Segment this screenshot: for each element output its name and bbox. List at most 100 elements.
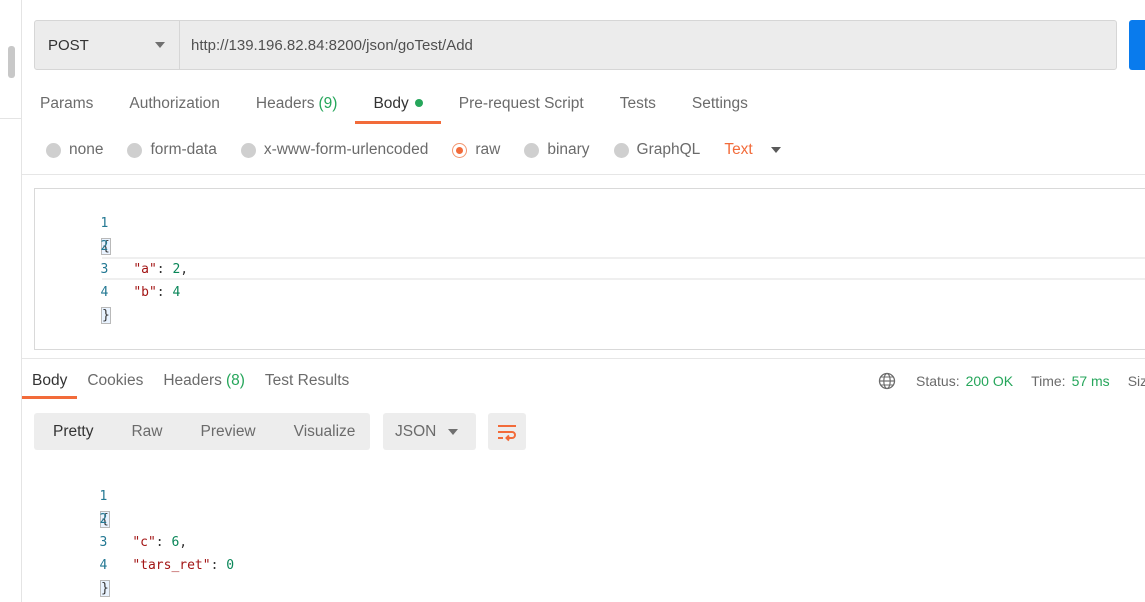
line-number: 4	[99, 558, 108, 573]
globe-icon[interactable]	[878, 372, 896, 390]
response-view-modes: Pretty Raw Preview Visualize	[34, 413, 370, 450]
radio-form-data[interactable]: form-data	[127, 141, 217, 159]
headers-count: (8)	[225, 372, 245, 389]
format-label: JSON	[395, 422, 437, 440]
radio-graphql[interactable]: GraphQL	[613, 141, 701, 159]
radio-label: GraphQL	[636, 141, 701, 158]
view-label: Pretty	[53, 422, 94, 440]
tab-label: Headers	[255, 95, 315, 112]
sidebar-scrollbar-thumb[interactable]	[8, 46, 15, 78]
body-type-selector: none form-data x-www-form-urlencoded raw…	[46, 138, 781, 162]
view-label: Raw	[131, 422, 163, 440]
json-value: 0	[226, 558, 235, 573]
radio-icon	[613, 142, 629, 158]
view-raw-button[interactable]: Raw	[112, 413, 181, 450]
method-label: POST	[48, 36, 89, 54]
status-value[interactable]: 200 OK	[966, 373, 1013, 389]
tab-label: Body	[32, 372, 68, 389]
resp-tab-body[interactable]: Body	[22, 364, 78, 399]
response-status: Status: 200 OK Time: 57 ms Size	[878, 370, 1145, 392]
chevron-down-icon	[155, 42, 165, 48]
chevron-down-icon	[448, 428, 458, 435]
method-select[interactable]: POST	[35, 21, 180, 69]
tab-body[interactable]: Body	[355, 86, 442, 124]
response-divider	[22, 358, 1145, 359]
radio-checked-icon	[452, 142, 468, 158]
raw-type-label: Text	[724, 141, 753, 158]
tab-label: Settings	[691, 95, 748, 112]
left-sidebar-strip	[0, 0, 22, 602]
tab-params[interactable]: Params	[22, 86, 111, 122]
size-label: Size	[1127, 373, 1145, 389]
code-line: 1 {	[34, 462, 1145, 528]
view-preview-button[interactable]: Preview	[182, 413, 275, 450]
view-label: Preview	[200, 422, 256, 440]
tab-label: Cookies	[87, 372, 144, 389]
send-button[interactable]	[1129, 20, 1145, 70]
radio-label: none	[69, 141, 104, 158]
view-pretty-button[interactable]: Pretty	[34, 413, 112, 450]
tab-label: Pre-request Script	[458, 95, 584, 112]
tab-label: Headers	[163, 372, 222, 389]
line-number: 4	[100, 285, 109, 300]
radio-icon	[127, 142, 143, 158]
request-url-bar: POST http://139.196.82.84:8200/json/goTe…	[34, 20, 1117, 70]
radio-label: raw	[475, 141, 501, 158]
url-text: http://139.196.82.84:8200/json/goTest/Ad…	[191, 36, 473, 54]
tab-tests[interactable]: Tests	[602, 86, 674, 122]
tab-headers[interactable]: Headers (9)	[238, 86, 356, 122]
radio-label: binary	[547, 141, 590, 158]
raw-type-select[interactable]: Text	[724, 141, 781, 159]
tab-pre-request-script[interactable]: Pre-request Script	[441, 86, 602, 122]
resp-tab-headers[interactable]: Headers (8)	[153, 364, 255, 397]
resp-tab-test-results[interactable]: Test Results	[255, 364, 359, 397]
tab-settings[interactable]: Settings	[674, 86, 766, 122]
tab-label: Params	[40, 95, 94, 112]
view-visualize-button[interactable]: Visualize	[275, 413, 375, 450]
json-key: "b"	[133, 285, 157, 300]
response-tabs: Body Cookies Headers (8) Test Results	[22, 364, 359, 400]
url-input[interactable]: http://139.196.82.84:8200/json/goTest/Ad…	[180, 21, 1116, 69]
tab-authorization[interactable]: Authorization	[111, 86, 237, 122]
time-value[interactable]: 57 ms	[1072, 373, 1110, 389]
format-select[interactable]: JSON	[383, 413, 476, 450]
code-line: 2 "c": 6,	[34, 485, 1145, 550]
code-line: 3 "tars_ret": 0	[34, 508, 1145, 573]
time-label: Time:	[1031, 373, 1066, 389]
radio-binary[interactable]: binary	[524, 141, 590, 159]
code-line: 1 {	[35, 189, 1145, 255]
view-label: Visualize	[293, 422, 356, 440]
radio-icon	[240, 142, 256, 158]
resp-tab-cookies[interactable]: Cookies	[77, 364, 153, 397]
request-body-editor[interactable]: 1 { 2 "a": 2, 3 "b": 4 4 }	[34, 188, 1145, 350]
json-value: 4	[172, 285, 181, 300]
tab-label: Body	[373, 95, 409, 112]
code-line: 3 "b": 4	[35, 235, 1145, 300]
tab-label: Authorization	[129, 95, 220, 112]
radio-raw[interactable]: raw	[452, 141, 500, 159]
json-key: "tars_ret"	[132, 558, 211, 573]
tab-label: Tests	[619, 95, 656, 112]
radio-icon	[46, 142, 61, 158]
status-label: Status:	[916, 373, 960, 389]
headers-count: (9)	[318, 95, 338, 112]
section-divider	[22, 174, 1145, 175]
request-tabs: Params Authorization Headers (9) Body Pre…	[22, 86, 766, 124]
wrap-lines-button[interactable]	[488, 413, 526, 450]
code-line: 2 "a": 2,	[35, 212, 1145, 277]
chevron-down-icon	[770, 147, 781, 153]
sidebar-divider	[0, 118, 21, 119]
code-brace: }	[101, 307, 111, 324]
radio-x-www-form-urlencoded[interactable]: x-www-form-urlencoded	[240, 141, 429, 159]
tab-label: Test Results	[264, 372, 350, 389]
radio-none[interactable]: none	[46, 141, 103, 159]
radio-icon	[524, 142, 540, 158]
radio-label: x-www-form-urlencoded	[263, 141, 429, 158]
radio-label: form-data	[150, 141, 217, 158]
code-line: 4 }	[34, 531, 1145, 597]
code-line: 4 }	[35, 258, 1145, 324]
response-body-viewer[interactable]: 1 { 2 "c": 6, 3 "tars_ret": 0 4 }	[34, 462, 1145, 597]
modified-dot-icon	[414, 99, 423, 107]
code-brace: }	[100, 580, 110, 597]
wrap-lines-icon	[498, 424, 516, 441]
